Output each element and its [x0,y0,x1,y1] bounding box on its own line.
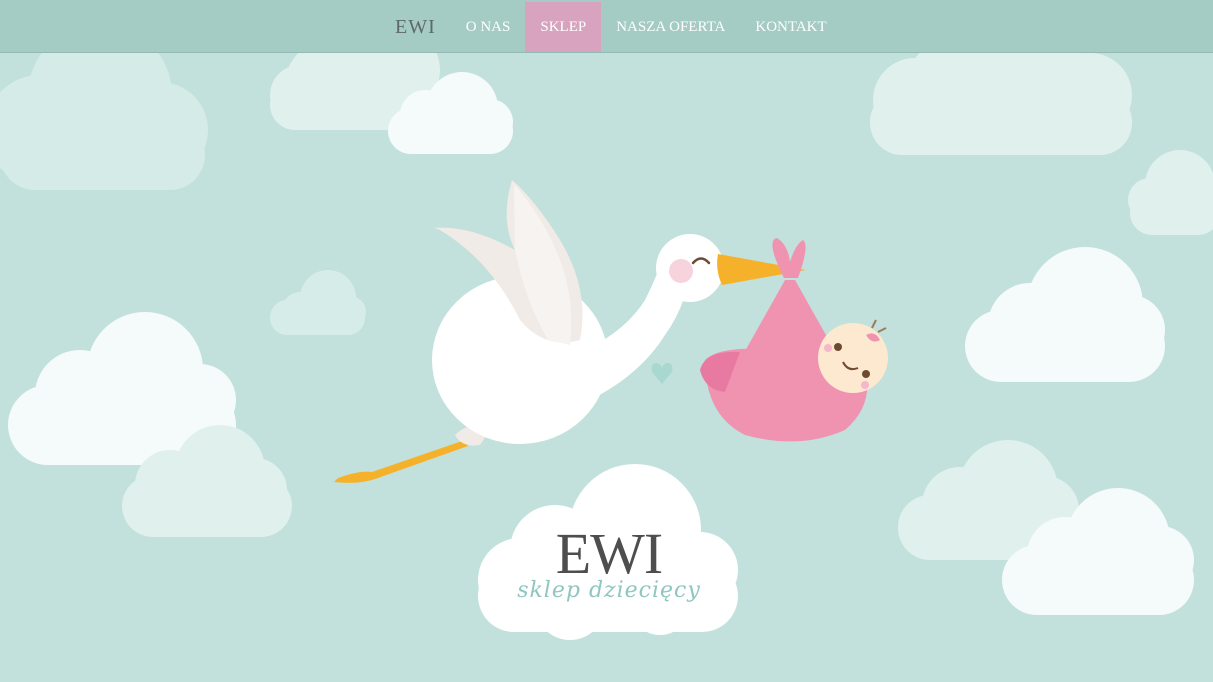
stork-icon [334,180,806,483]
nav-menu: EWI O NAS SKLEP NASZA OFERTA KONTAKT [380,2,842,52]
nav-item-o-nas[interactable]: O NAS [451,2,526,52]
heart-icon [651,362,673,384]
cloud-icon [270,270,366,335]
cloud-icon [1128,150,1213,235]
top-navbar: EWI O NAS SKLEP NASZA OFERTA KONTAKT [0,0,1213,53]
nav-item-sklep[interactable]: SKLEP [525,2,602,52]
hero-logo-subtitle: sklep dziecięcy [517,578,701,603]
nav-item-kontakt[interactable]: KONTAKT [740,2,841,52]
nav-item-nasza-oferta[interactable]: NASZA OFERTA [601,2,740,52]
nav-brand-logo[interactable]: EWI [380,2,451,52]
hero-logo-title: EWI [555,521,664,586]
cloud-icon [965,247,1165,382]
